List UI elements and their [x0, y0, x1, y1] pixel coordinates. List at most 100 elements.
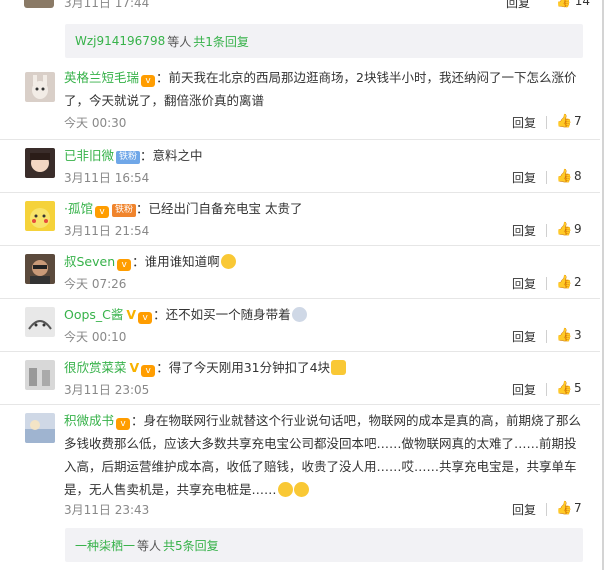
reply-button[interactable]: 回复: [512, 114, 536, 131]
thumbs-up-icon[interactable]: 👍: [556, 222, 572, 237]
divider: [546, 171, 547, 184]
thumbs-up-icon[interactable]: 👍: [556, 328, 572, 343]
comment-item: 很欣赏菜菜 Vv ：得了今天刚用31分钟扣了4块 3月11日 23:05 回复 👍 …: [0, 352, 600, 405]
divider: [546, 330, 547, 343]
reply-user-link[interactable]: Wzj914196798: [75, 34, 165, 48]
like-count: 7: [574, 114, 582, 128]
avatar[interactable]: [25, 360, 55, 390]
comment-item: 已非旧微 铁粉 ：意料之中 3月11日 16:54 回复 👍 8: [0, 140, 600, 193]
username-link[interactable]: 英格兰短毛瑞: [64, 70, 139, 85]
comment-meta: 3月11日 23:05 回复 👍 5: [64, 381, 584, 399]
comment-body: 积微成书 v ：身在物联网行业就替这个行业说句话吧，物联网的成本是真的高，前期烧了那…: [64, 409, 584, 501]
reply-button[interactable]: 回复: [512, 328, 536, 345]
comment-item: 积微成书 v ：身在物联网行业就替这个行业说句话吧，物联网的成本是真的高，前期烧了那…: [0, 405, 600, 523]
comment-body: Oops_C酱 Vv ：还不如买一个随身带着: [64, 303, 584, 326]
comment-time: 3月11日 16:54: [64, 171, 150, 185]
username-link[interactable]: 已非旧微: [64, 148, 114, 163]
divider: [546, 277, 547, 290]
thumbs-up-icon[interactable]: 👍: [556, 275, 572, 290]
like-count: 7: [574, 501, 582, 515]
comment-meta: 3月11日 21:54 回复 👍 9: [64, 222, 584, 240]
more-replies-text: 等人: [167, 34, 192, 49]
comment-time: 今天 00:10: [64, 330, 127, 344]
avatar[interactable]: [25, 201, 55, 231]
comment-item: ·孤馆 v 铁粉 ：已经出门自备充电宝 太贵了 3月11日 21:54 回复 👍 9: [0, 193, 600, 246]
like-count: 2: [574, 275, 582, 289]
comment-text: ：身在物联网行业就替这个行业说句话吧，物联网的成本是真的高，前期烧了那么多钱收费…: [64, 413, 582, 497]
verified-v-icon: V: [126, 307, 137, 322]
reply-user-link[interactable]: 一种柒栖一: [75, 537, 135, 554]
comment-item: Oops_C酱 Vv ：还不如买一个随身带着 今天 00:10 回复 👍 3: [0, 299, 600, 352]
username-link[interactable]: 很欣赏菜菜: [64, 360, 127, 375]
reply-button[interactable]: 回复: [512, 381, 536, 398]
like-count: 5: [574, 381, 582, 395]
member-icon: v: [117, 259, 132, 271]
sleepy-emoji-icon: [277, 482, 293, 497]
verified-v-icon: V: [129, 360, 140, 375]
reply-button[interactable]: 回复: [512, 222, 536, 239]
member-icon: v: [141, 75, 156, 87]
like-count: 3: [574, 328, 582, 342]
member-icon: v: [94, 206, 109, 218]
comment-time: 今天 00:30: [64, 116, 127, 130]
member-icon: v: [116, 418, 131, 430]
comment-body: ·孤馆 v 铁粉 ：已经出门自备充电宝 太贵了: [64, 197, 584, 220]
more-replies-count[interactable]: 共1条回复: [193, 33, 249, 50]
avatar[interactable]: [25, 307, 55, 337]
comment-meta: 今天 00:10 回复 👍 3: [64, 328, 584, 346]
like-button[interactable]: 👍 14: [556, 0, 590, 8]
comment-text: ：得了今天刚用31分钟扣了4块: [156, 360, 331, 375]
like-count: 9: [574, 222, 582, 236]
fan-badge: 铁粉: [111, 204, 136, 217]
dizzy-emoji-icon: [291, 307, 307, 322]
divider: [546, 503, 547, 516]
thumbs-up-icon[interactable]: 👍: [556, 169, 572, 184]
comment-text: ：已经出门自备充电宝 太贵了: [136, 201, 303, 216]
comment-meta: 3月11日 23:43 回复 👍 7: [64, 501, 584, 519]
comment-item: 英格兰短毛瑞 v ：前天我在北京的西局那边逛商场，2块钱半小时，我还纳闷了一下怎么涨…: [0, 66, 600, 140]
thumbs-up-icon[interactable]: 👍: [556, 501, 572, 516]
more-replies-count[interactable]: 共5条回复: [163, 537, 219, 554]
divider: [546, 116, 547, 129]
comment-meta: 3月11日 16:54 回复 👍 8: [64, 169, 584, 187]
comment-time: 3月11日 23:05: [64, 383, 150, 397]
member-icon: v: [138, 312, 153, 324]
reply-button[interactable]: 回复: [512, 501, 536, 518]
comment-body: 叔Seven v ：谁用谁知道啊: [64, 250, 584, 273]
comment-time: 3月11日 17:44: [64, 0, 150, 10]
username-link[interactable]: 积微成书: [64, 413, 114, 428]
reply-button[interactable]: 回复: [512, 169, 536, 186]
comment-text: ：还不如买一个随身带着: [153, 307, 291, 322]
avatar[interactable]: [25, 413, 55, 443]
comment-text: ：谁用谁知道啊: [132, 254, 220, 269]
like-count: 14: [574, 0, 591, 8]
thumbs-up-icon[interactable]: 👍: [556, 381, 572, 396]
like-count: 8: [574, 169, 582, 183]
reply-button[interactable]: 回复: [506, 0, 530, 11]
avatar[interactable]: [25, 148, 55, 178]
more-replies-bar[interactable]: 一种柒栖一 等人 共5条回复: [65, 528, 583, 562]
comment-time: 3月11日 21:54: [64, 224, 150, 238]
comment-time: 3月11日 23:43: [64, 503, 150, 517]
avatar[interactable]: [25, 72, 55, 102]
avatar[interactable]: [25, 254, 55, 284]
comment-list: 3月11日 17:44 回复 👍 14 Wzj914196798 等人 共1条回…: [0, 0, 604, 570]
fan-badge: 铁粉: [116, 151, 141, 164]
comment-body: 很欣赏菜菜 Vv ：得了今天刚用31分钟扣了4块: [64, 356, 584, 379]
thumbs-up-icon[interactable]: 👍: [556, 114, 572, 129]
previous-comment-footer: 3月11日 17:44 回复 👍 14: [0, 0, 600, 18]
comment-time: 今天 07:26: [64, 277, 127, 291]
sweat-emoji-icon: [331, 360, 347, 375]
grin-emoji-icon: [220, 254, 236, 269]
username-link[interactable]: 叔Seven: [64, 254, 115, 269]
comment-item: 叔Seven v ：谁用谁知道啊 今天 07:26 回复 👍 2: [0, 246, 600, 299]
comment-meta: 今天 07:26 回复 👍 2: [64, 275, 584, 293]
username-link[interactable]: Oops_C酱: [64, 307, 123, 322]
reply-button[interactable]: 回复: [512, 275, 536, 292]
username-link[interactable]: ·孤馆: [64, 201, 93, 216]
member-icon: v: [141, 365, 156, 377]
sleepy-emoji-icon: [293, 482, 309, 497]
avatar[interactable]: [24, 0, 54, 8]
comment-text: ：意料之中: [140, 148, 203, 163]
more-replies-bar[interactable]: Wzj914196798 等人 共1条回复: [65, 24, 583, 58]
